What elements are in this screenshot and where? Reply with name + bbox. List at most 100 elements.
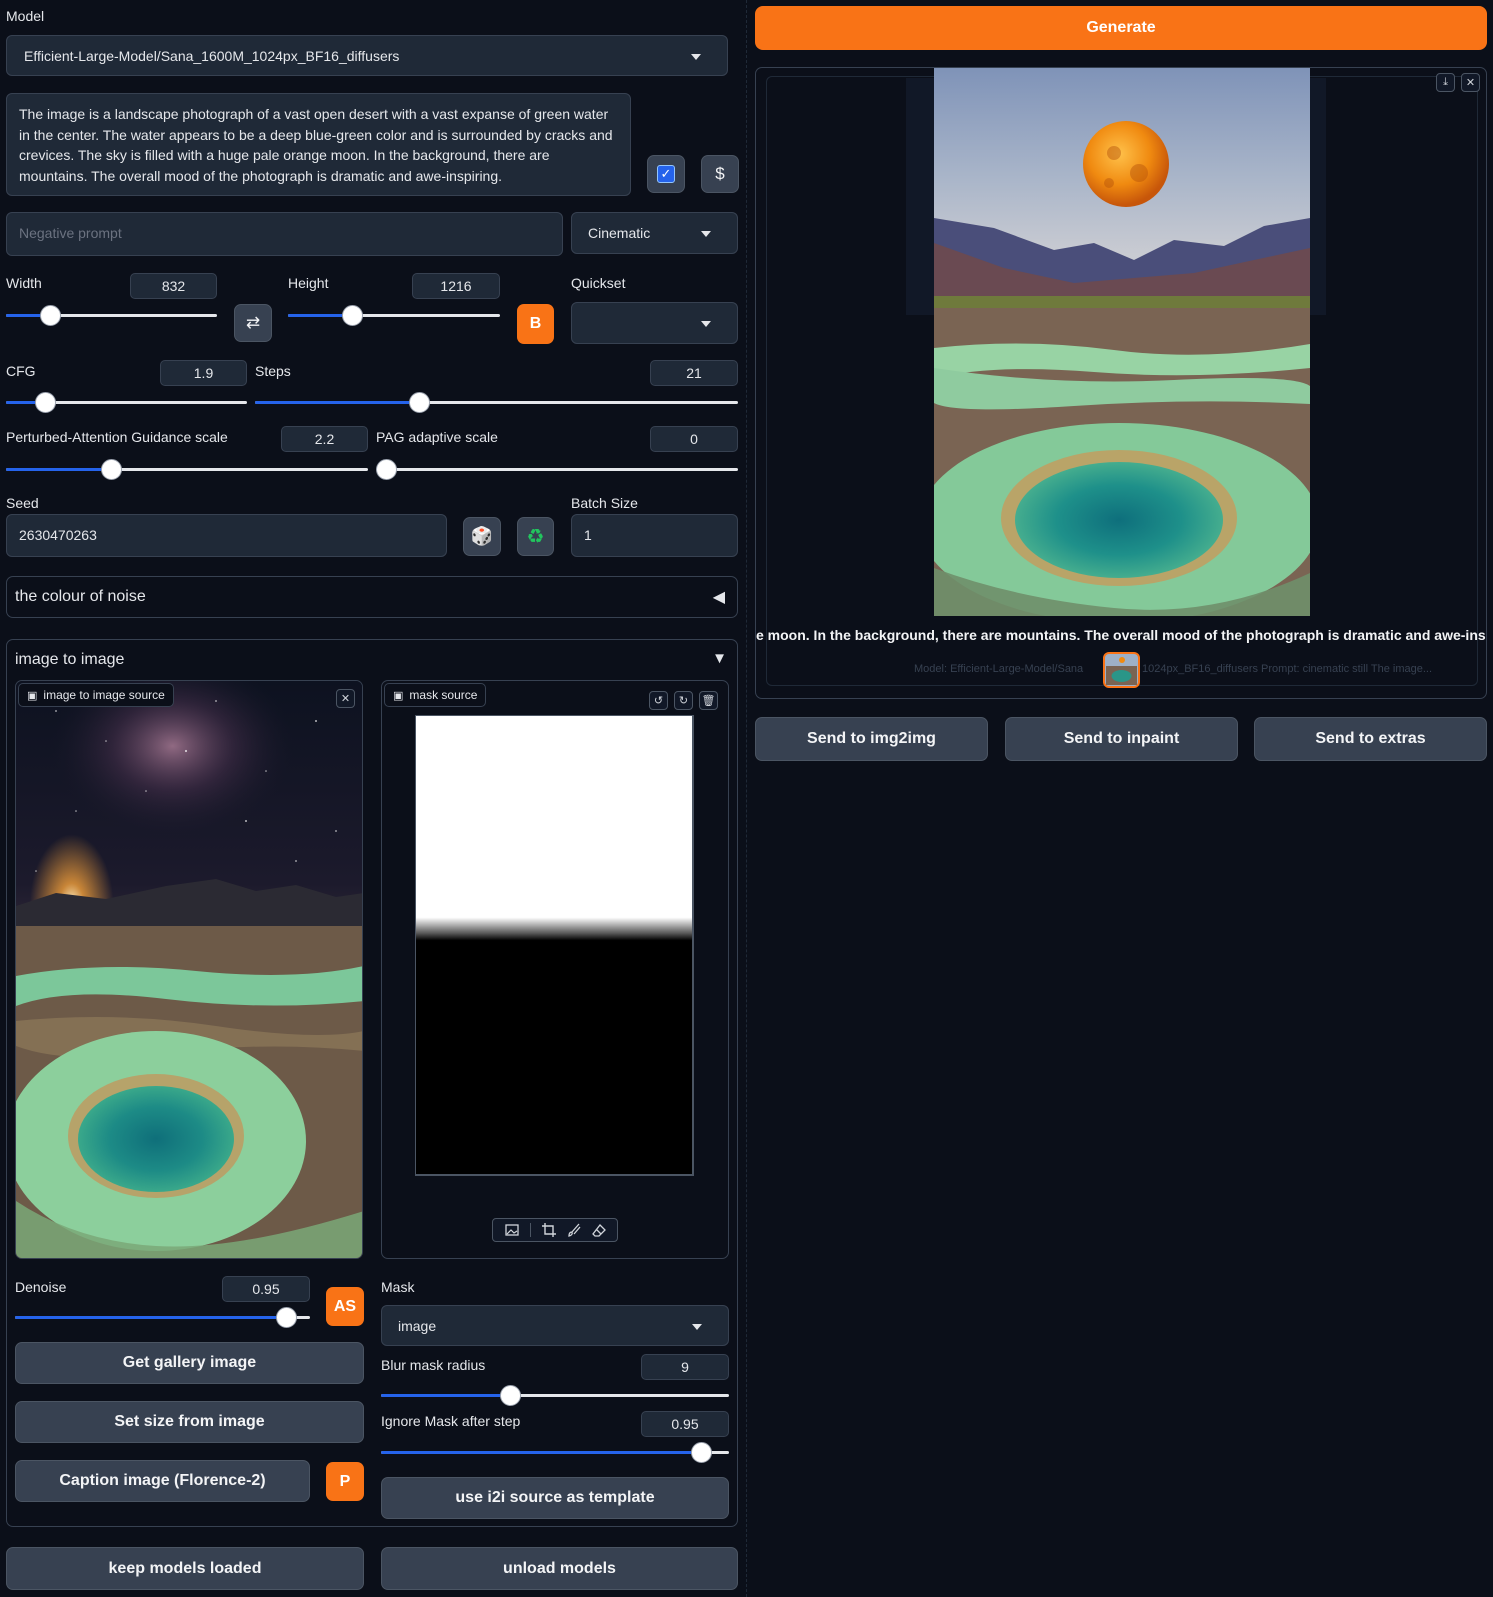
style-value: Cinematic — [588, 225, 651, 241]
steps-number-input[interactable]: 21 — [650, 360, 738, 386]
seed-label: Seed — [6, 495, 39, 511]
p-button[interactable]: P — [326, 1462, 364, 1501]
pag-label: Perturbed-Attention Guidance scale — [6, 429, 228, 445]
get-gallery-image-button[interactable]: Get gallery image — [15, 1342, 364, 1384]
colour-of-noise-accordion[interactable]: the colour of noise ◀ — [6, 576, 738, 618]
expand-arrow-icon[interactable]: ▼ — [712, 650, 727, 667]
output-gallery: ⤓ ✕ e moon. In the background, there are… — [755, 67, 1487, 699]
send-to-inpaint-button[interactable]: Send to inpaint — [1005, 717, 1238, 761]
use-i2i-template-button[interactable]: use i2i source as template — [381, 1477, 729, 1519]
negative-prompt-input[interactable]: Negative prompt — [6, 212, 563, 256]
checkbox-icon: ✓ — [657, 165, 675, 183]
width-label: Width — [6, 275, 42, 291]
column-divider — [746, 0, 747, 1597]
set-size-from-image-button[interactable]: Set size from image — [15, 1401, 364, 1443]
gallery-caption: e moon. In the background, there are mou… — [756, 627, 1487, 643]
gallery-thumbnail[interactable] — [1103, 652, 1140, 688]
blur-mask-label: Blur mask radius — [381, 1357, 486, 1373]
steps-slider[interactable] — [255, 392, 738, 413]
image-icon: ▣ — [393, 689, 404, 702]
generate-button[interactable]: Generate — [755, 6, 1487, 50]
mask-dropdown-label: Mask — [381, 1279, 415, 1295]
as-button[interactable]: AS — [326, 1287, 364, 1326]
crop-tool-icon[interactable] — [541, 1223, 556, 1237]
mask-label: mask source — [409, 688, 478, 702]
brush-tool-icon[interactable] — [567, 1223, 581, 1237]
prompt-toggle-button[interactable]: ✓ — [647, 155, 685, 193]
height-slider[interactable] — [288, 305, 500, 326]
cfg-label: CFG — [6, 363, 36, 379]
gallery-meta-right: 1024px_BF16_diffusers Prompt: cinematic … — [1142, 663, 1433, 675]
b-button[interactable]: B — [517, 304, 554, 344]
style-dropdown[interactable]: Cinematic — [571, 212, 738, 254]
gallery-meta-left: Model: Efficient-Large-Model/Sana — [914, 663, 1084, 675]
model-dropdown[interactable]: Efficient-Large-Model/Sana_1600M_1024px_… — [6, 35, 728, 76]
height-number-input[interactable]: 1216 — [412, 273, 500, 299]
chevron-down-icon — [701, 231, 711, 237]
chevron-down-icon — [701, 321, 711, 327]
denoise-label: Denoise — [15, 1279, 67, 1295]
quickset-dropdown[interactable] — [571, 302, 738, 344]
ignore-mask-slider[interactable] — [381, 1442, 729, 1463]
blur-mask-slider[interactable] — [381, 1385, 729, 1406]
keep-models-loaded-button[interactable]: keep models loaded — [6, 1547, 364, 1590]
denoise-slider[interactable] — [15, 1307, 310, 1328]
denoise-number-input[interactable]: 0.95 — [222, 1276, 310, 1302]
chevron-down-icon — [691, 53, 701, 60]
pag-adaptive-slider[interactable] — [376, 459, 738, 480]
prompt-textarea[interactable]: The image is a landscape photograph of a… — [6, 93, 631, 196]
source-label-chip: ▣ image to image source — [18, 683, 174, 707]
send-to-extras-button[interactable]: Send to extras — [1254, 717, 1487, 761]
generated-image[interactable] — [934, 68, 1310, 616]
image-icon: ▣ — [27, 689, 38, 702]
mask-toolbar — [492, 1218, 618, 1242]
pag-adaptive-label: PAG adaptive scale — [376, 429, 498, 445]
width-number-input[interactable]: 832 — [130, 273, 217, 299]
image-tool-icon[interactable] — [504, 1223, 519, 1237]
mask-canvas[interactable] — [415, 715, 695, 1177]
chevron-down-icon — [692, 1323, 702, 1330]
blur-mask-number-input[interactable]: 9 — [641, 1354, 729, 1380]
toolbar-divider — [529, 1223, 531, 1237]
dollar-button[interactable]: $ — [701, 155, 739, 193]
accordion-title: the colour of noise — [15, 588, 146, 605]
accordion-title[interactable]: image to image — [15, 651, 124, 669]
dice-button[interactable]: 🎲 — [463, 517, 501, 556]
swap-dimensions-button[interactable]: ⇄ — [234, 304, 272, 342]
pag-slider[interactable] — [6, 459, 368, 480]
clear-source-button[interactable]: ✕ — [336, 689, 355, 708]
pag-number-input[interactable]: 2.2 — [281, 426, 368, 452]
quickset-label: Quickset — [571, 275, 626, 291]
model-label: Model — [6, 8, 45, 24]
pag-adaptive-number-input[interactable]: 0 — [650, 426, 738, 452]
recycle-button[interactable]: ♻ — [517, 517, 554, 556]
ignore-mask-number-input[interactable]: 0.95 — [641, 1411, 729, 1437]
redo-button[interactable]: ↻ — [674, 691, 693, 710]
mask-dropdown[interactable]: image — [381, 1305, 729, 1346]
batch-size-input[interactable]: 1 — [571, 514, 738, 557]
image-to-image-source[interactable]: ▣ image to image source ✕ — [15, 680, 363, 1259]
unload-models-button[interactable]: unload models — [381, 1547, 738, 1590]
close-gallery-button[interactable]: ✕ — [1461, 73, 1480, 92]
cfg-slider[interactable] — [6, 392, 247, 413]
download-button[interactable]: ⤓ — [1436, 73, 1455, 92]
source-landscape-image — [16, 681, 362, 1258]
width-slider[interactable] — [6, 305, 217, 326]
cfg-number-input[interactable]: 1.9 — [160, 360, 247, 386]
delete-button[interactable]: 🗑 — [699, 691, 718, 710]
ignore-mask-label: Ignore Mask after step — [381, 1413, 521, 1429]
eraser-tool-icon[interactable] — [591, 1223, 606, 1237]
source-label: image to image source — [43, 688, 165, 702]
steps-label: Steps — [255, 363, 291, 379]
height-label: Height — [288, 275, 329, 291]
mask-value: image — [398, 1317, 437, 1334]
send-to-img2img-button[interactable]: Send to img2img — [755, 717, 988, 761]
mask-label-chip: ▣ mask source — [384, 683, 487, 707]
batch-size-label: Batch Size — [571, 495, 638, 511]
mask-source: ▣ mask source ↺ ↻ 🗑 — [381, 680, 729, 1259]
undo-button[interactable]: ↺ — [649, 691, 668, 710]
caption-image-button[interactable]: Caption image (Florence-2) — [15, 1460, 310, 1502]
seed-input[interactable]: 2630470263 — [6, 514, 447, 557]
collapse-arrow-icon: ◀ — [712, 589, 725, 606]
model-value: Efficient-Large-Model/Sana_1600M_1024px_… — [24, 47, 400, 64]
